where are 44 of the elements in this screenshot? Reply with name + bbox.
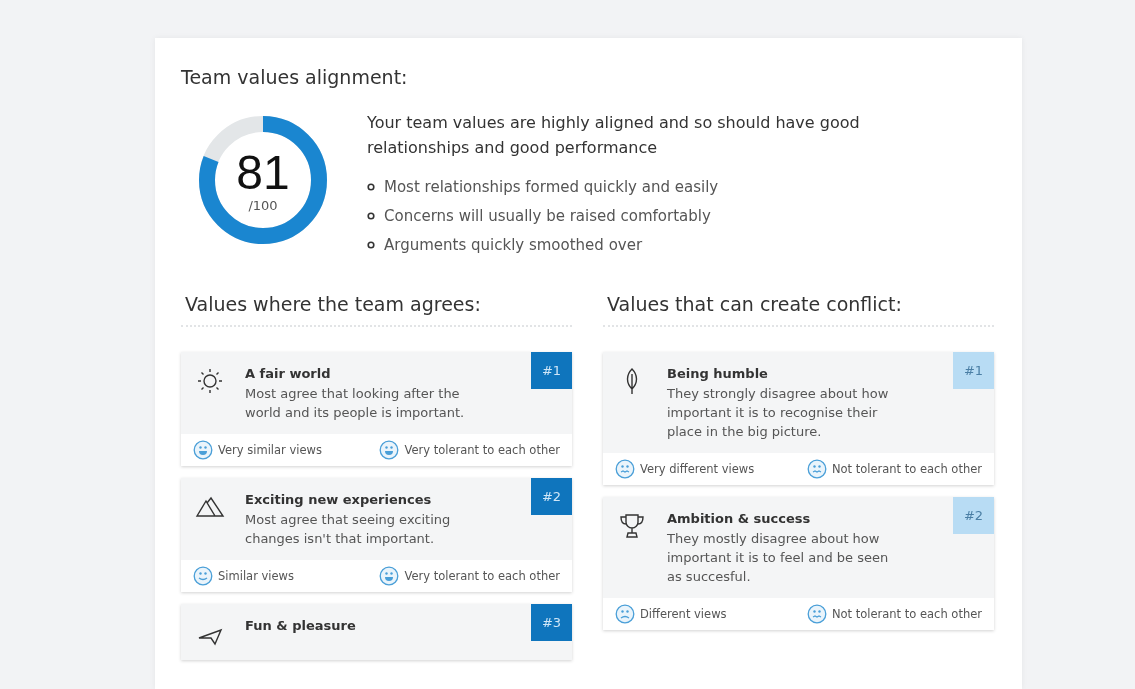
indicator-label: Different views [640, 607, 727, 621]
face-icon [193, 566, 213, 586]
bullet-icon [367, 240, 375, 249]
rank-badge: #3 [531, 604, 572, 641]
column-heading: Values that can create conflict: [603, 293, 994, 327]
face-icon [615, 459, 635, 479]
indicator-label: Very similar views [218, 443, 322, 457]
value-title: Being humble [667, 366, 769, 381]
value-title: Ambition & success [667, 511, 812, 526]
indicator-label: Very tolerant to each other [404, 569, 560, 583]
bullet-icon [367, 182, 375, 191]
value-description: Most agree that looking after the world and its people is important. [245, 385, 466, 422]
face-icon [806, 604, 827, 624]
score-value: 81 [236, 147, 290, 198]
indicator-label: Very tolerant to each other [404, 443, 560, 457]
summary-headline: Your team values are highly aligned and so should have good relationships and good performance [367, 112, 861, 159]
indicator-label: Not tolerant to each other [831, 607, 982, 621]
indicator-label: Very different views [640, 462, 755, 476]
value-icon [195, 366, 225, 396]
summary-point: Concerns will usually be raised comfortably [384, 206, 711, 225]
value-title: Fun & pleasure [245, 618, 356, 633]
rank-badge: #2 [531, 478, 572, 515]
bullet-icon [367, 211, 375, 220]
column-heading: Values where the team agrees: [181, 293, 572, 327]
score-max: /100 [248, 197, 278, 213]
section-title: Team values alignment: [181, 66, 409, 88]
summary-point: Arguments quickly smoothed over [384, 235, 643, 254]
rank-badge: #1 [953, 352, 994, 389]
value-description: They strongly disagree about how important it is to recognise their place in the big picture. [667, 385, 890, 441]
face-icon [379, 440, 400, 460]
face-icon [615, 604, 635, 624]
value-description: Most agree that seeing exciting changes isn't that important. [245, 511, 452, 548]
rank-badge: #1 [531, 352, 572, 389]
rank-badge: #2 [953, 497, 994, 534]
value-description: They mostly disagree about how important it is to feel and be seen as succesful. [667, 530, 890, 586]
summary-point: Most relationships formed quickly and easily [384, 177, 719, 196]
value-title: Exciting new experiences [245, 492, 433, 507]
face-icon [806, 459, 827, 479]
value-icon [617, 511, 647, 541]
indicator-label: Not tolerant to each other [831, 462, 982, 476]
indicator-label: Similar views [218, 569, 294, 583]
face-icon [379, 566, 400, 586]
face-icon [193, 440, 213, 460]
value-title: A fair world [245, 366, 332, 381]
